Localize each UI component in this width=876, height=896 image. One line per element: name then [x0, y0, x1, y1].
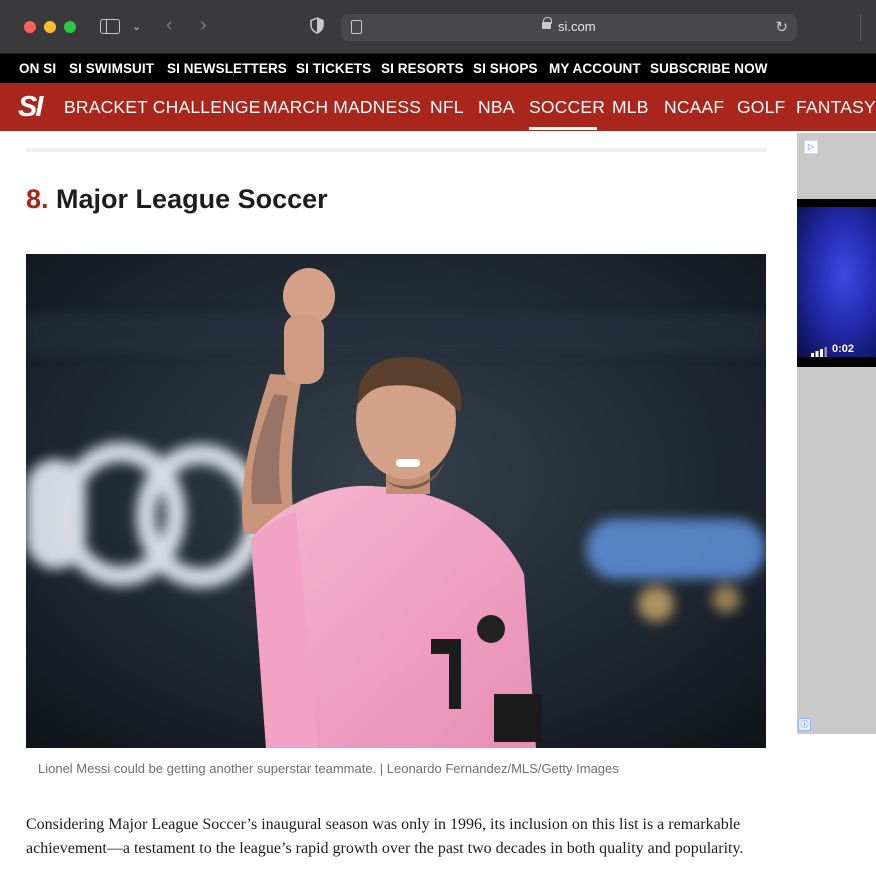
heading-text: Major League Soccer	[56, 184, 328, 214]
nav-item-nba[interactable]: NBA	[478, 97, 515, 118]
section-heading: 8. Major League Soccer	[26, 184, 328, 215]
chevron-down-icon[interactable]: ⌄	[132, 19, 141, 35]
ad-info-icon[interactable]: ⓘ	[798, 718, 811, 731]
nav-item-bracket-challenge[interactable]: BRACKET CHALLENGE	[64, 97, 261, 118]
heading-number: 8.	[26, 184, 49, 214]
sidebar-toggle-icon[interactable]	[100, 19, 120, 34]
site-top-bar: ON SI SI SWIMSUIT SI NEWSLETTERS SI TICK…	[0, 54, 876, 83]
topbar-item-si-newsletters[interactable]: SI NEWSLETTERS	[167, 61, 287, 76]
nav-item-ncaaf[interactable]: NCAAF	[664, 97, 724, 118]
article-photo[interactable]	[26, 254, 766, 748]
topbar-item-si-swimsuit[interactable]: SI SWIMSUIT	[69, 61, 154, 76]
nav-item-nfl[interactable]: NFL	[430, 97, 464, 118]
browser-toolbar: ⌄ ‹ › si.com ↻	[0, 0, 876, 54]
lock-icon	[542, 17, 552, 29]
nav-active-indicator	[529, 127, 597, 130]
minimize-window-button[interactable]	[44, 21, 56, 33]
topbar-item-si-tickets[interactable]: SI TICKETS	[296, 61, 371, 76]
ad-video-screen	[797, 207, 876, 357]
adchoices-icon[interactable]: ▷	[804, 140, 818, 154]
video-timestamp: 0:02	[832, 343, 855, 355]
reader-icon[interactable]	[351, 20, 362, 34]
topbar-item-my-account[interactable]: MY ACCOUNT	[549, 61, 641, 76]
topbar-item-on-si[interactable]: ON SI	[19, 61, 56, 76]
zoom-window-button[interactable]	[64, 21, 76, 33]
photo-caption: Lionel Messi could be getting another su…	[38, 761, 619, 776]
main-navigation: SI BRACKET CHALLENGE MARCH MADNESS NFL N…	[0, 83, 876, 131]
close-window-button[interactable]	[24, 21, 36, 33]
url-text[interactable]: si.com	[558, 19, 596, 34]
nav-item-soccer[interactable]: SOCCER	[529, 97, 605, 118]
article-paragraph: Considering Major League Soccer’s inaugu…	[26, 816, 744, 857]
address-bar[interactable]: si.com ↻	[341, 14, 797, 41]
toolbar-overflow	[860, 14, 876, 41]
back-arrow-icon[interactable]: ‹	[166, 15, 173, 35]
topbar-item-si-resorts[interactable]: SI RESORTS	[381, 61, 464, 76]
forward-arrow-icon[interactable]: ›	[200, 15, 207, 35]
nav-item-fantasy[interactable]: FANTASY	[796, 97, 876, 118]
ad-video-player[interactable]	[797, 199, 876, 367]
topbar-item-si-shops[interactable]: SI SHOPS	[473, 61, 538, 76]
messi-celebration-image	[26, 254, 766, 748]
section-divider	[26, 148, 767, 152]
nav-item-golf[interactable]: GOLF	[737, 97, 785, 118]
topbar-item-subscribe-now[interactable]: SUBSCRIBE NOW	[650, 61, 768, 76]
nav-item-march-madness[interactable]: MARCH MADNESS	[263, 97, 421, 118]
si-logo[interactable]: SI	[18, 93, 43, 122]
shield-icon[interactable]	[310, 17, 324, 34]
nav-item-mlb[interactable]: MLB	[612, 97, 649, 118]
volume-bars-icon[interactable]	[811, 347, 827, 357]
reload-icon[interactable]: ↻	[775, 18, 788, 36]
